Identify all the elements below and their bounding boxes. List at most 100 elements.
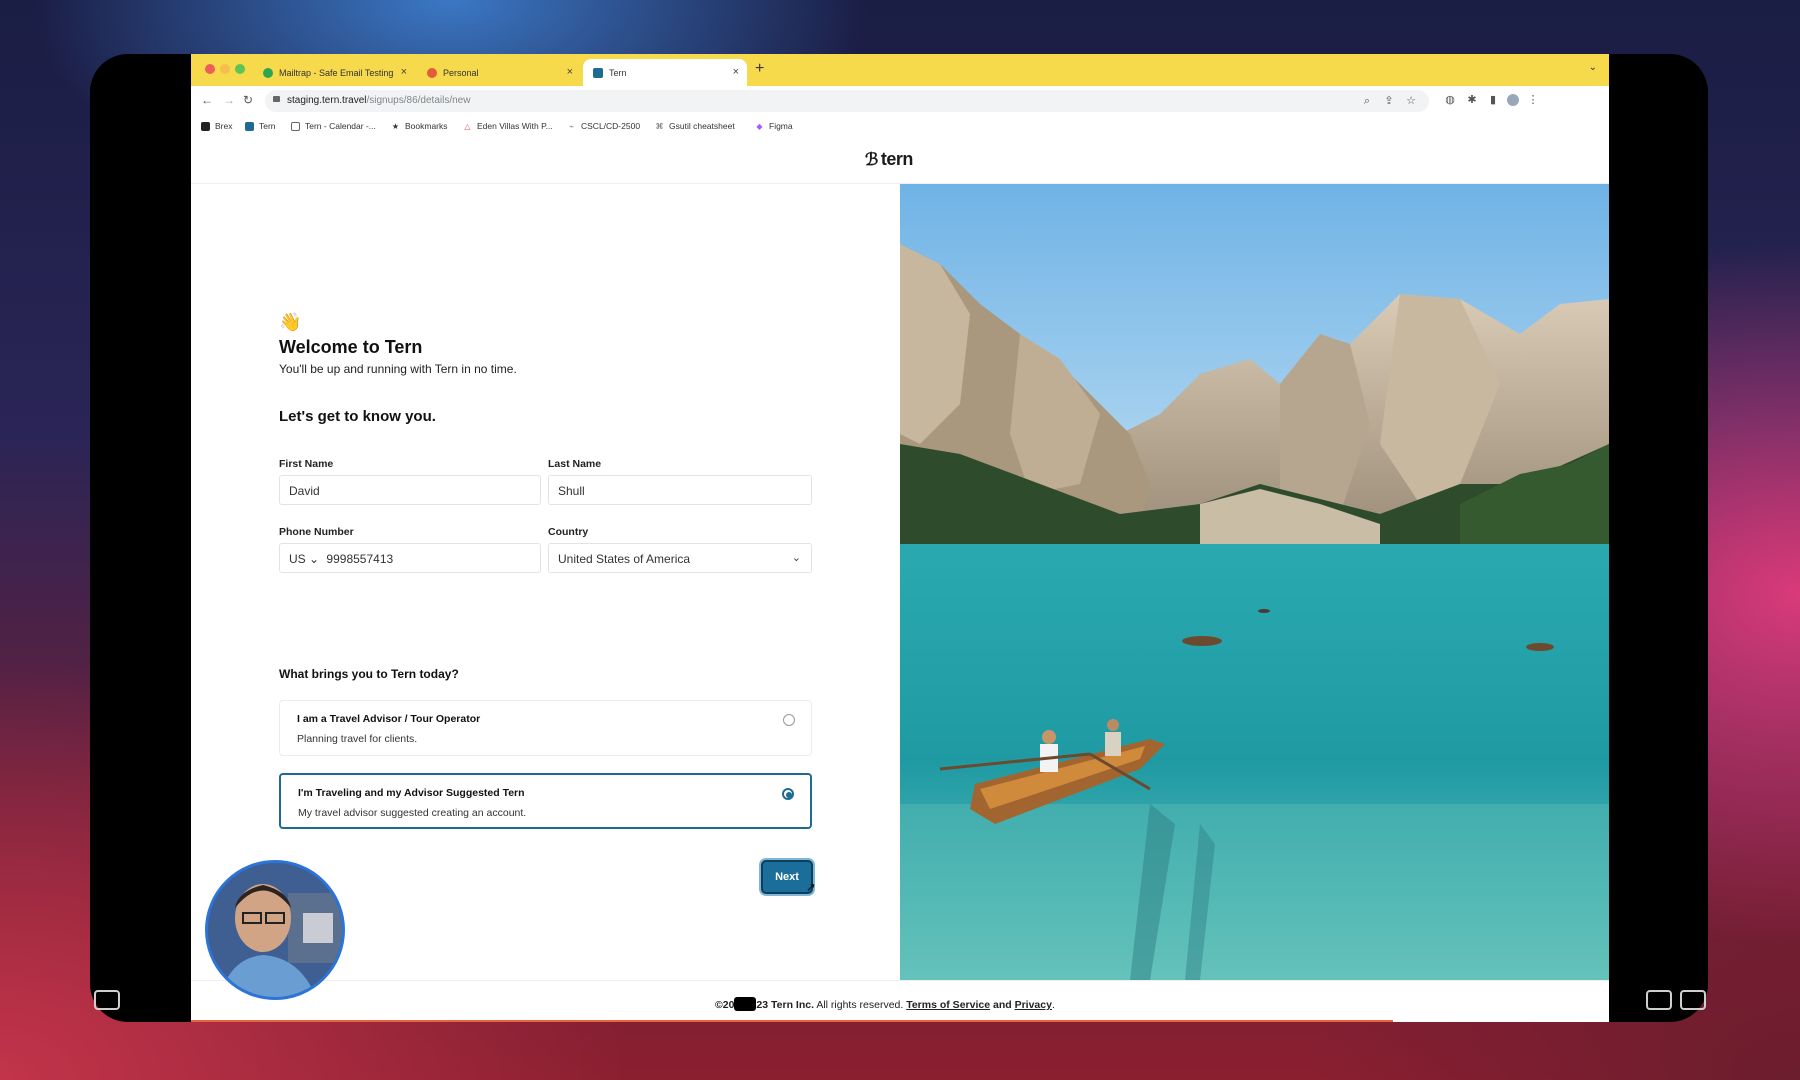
first-name-label: First Name <box>279 458 334 470</box>
option-travel-advisor[interactable]: I am a Travel Advisor / Tour Operator Pl… <box>279 700 812 756</box>
hero-lake-image <box>900 184 1609 980</box>
bookmark-label: Gsutil cheatsheet <box>669 121 735 131</box>
figma-icon: ◆ <box>756 121 763 131</box>
chevron-down-icon: ⌄ <box>791 552 801 564</box>
option-traveler-advisor-suggested[interactable]: I'm Traveling and my Advisor Suggested T… <box>279 773 812 829</box>
tern-favicon-icon <box>593 67 603 78</box>
share-icon[interactable]: ⇪ <box>1383 95 1395 107</box>
site-header: ℬ tern <box>191 138 1609 184</box>
bookmark-star-icon[interactable]: ☆ <box>1405 95 1417 107</box>
last-name-field[interactable]: Shull <box>548 475 812 505</box>
tab-bar: Mailtrap - Safe Email Testing × Personal… <box>191 54 1609 86</box>
tab-close-icon[interactable]: × <box>401 66 407 78</box>
last-name-label: Last Name <box>548 458 602 470</box>
chat-bubble-icon[interactable] <box>1646 990 1672 1010</box>
privacy-link[interactable]: Privacy <box>1015 999 1052 1011</box>
radio-button[interactable] <box>783 714 795 726</box>
page-subtitle: You'll be up and running with Tern in no… <box>279 362 517 376</box>
country-value: United States of America <box>558 552 691 566</box>
page-title: Welcome to Tern <box>279 337 423 357</box>
forward-arrow-icon[interactable]: → <box>223 93 235 107</box>
puzzle-icon[interactable]: ✱ <box>1466 94 1478 106</box>
tab-label: Tern <box>609 67 627 78</box>
bookmark-label: Brex <box>215 121 233 131</box>
url-text: staging.tern.travel/signups/86/details/n… <box>287 95 470 106</box>
presenter-webcam <box>205 860 345 1000</box>
logo-text: tern <box>880 149 914 169</box>
chat-overlay-icon <box>734 997 757 1011</box>
section-title: Let's get to know you. <box>279 408 436 425</box>
phone-country-select[interactable]: US ⌄ <box>289 552 319 566</box>
tern-logo[interactable]: ℬ tern <box>865 149 913 170</box>
bookmark-label: Eden Villas With P... <box>477 121 553 131</box>
bookmarks-bar: Brex Tern Tern - Calendar -... ★ Bookmark… <box>191 116 1609 139</box>
chat-bubble-icon[interactable] <box>1680 990 1706 1010</box>
terms-of-service-link[interactable]: Terms of Service <box>906 999 990 1011</box>
calendar-icon <box>291 121 300 131</box>
bookmark-label: Tern - Calendar -... <box>305 121 376 131</box>
back-arrow-icon[interactable]: ← <box>201 93 213 107</box>
link-icon: ⌁ <box>569 121 574 131</box>
more-menu-icon[interactable]: ⋮ <box>1527 94 1539 106</box>
mouse-cursor-icon: ➚ <box>806 880 817 894</box>
signup-form-pane: 👋 Welcome to Tern You'll be up and runni… <box>191 184 899 980</box>
video-progress-bar[interactable] <box>191 1020 1393 1022</box>
tab-close-icon[interactable]: × <box>567 66 573 78</box>
bookmark-brex[interactable]: Brex <box>201 121 232 131</box>
phone-number-label: Phone Number <box>279 526 354 538</box>
browser-window: Mailtrap - Safe Email Testing × Personal… <box>191 54 1609 1022</box>
bookmark-label: Bookmarks <box>405 121 448 131</box>
sidebar-icon[interactable]: ▮ <box>1487 94 1499 106</box>
extension-icon[interactable]: ◍ <box>1444 94 1456 106</box>
option-description: Planning travel for clients. <box>297 733 418 745</box>
copyright-prefix: ©20 <box>715 999 735 1011</box>
lake-mountain-illustration <box>900 184 1609 980</box>
star-icon: ★ <box>391 121 400 131</box>
bookmark-cscl[interactable]: ⌁ CSCL/CD-2500 <box>567 121 640 131</box>
first-name-field[interactable]: David <box>279 475 541 505</box>
phone-number-value: 9998557413 <box>326 552 394 566</box>
option-title: I am a Travel Advisor / Tour Operator <box>297 713 481 725</box>
tab-tern[interactable]: Tern × <box>583 59 747 86</box>
tab-label: Mailtrap - Safe Email Testing <box>279 67 394 78</box>
company-name: 23 Tern Inc. <box>756 999 814 1011</box>
radio-button-selected[interactable] <box>782 788 794 800</box>
bookmark-tern-calendar[interactable]: Tern - Calendar -... <box>291 121 376 131</box>
last-name-value: Shull <box>558 484 585 498</box>
tern-icon <box>245 121 254 131</box>
chat-bubble-icon[interactable] <box>94 990 120 1010</box>
option-description: My travel advisor suggested creating an … <box>298 807 527 819</box>
bookmark-eden-villas[interactable]: △ Eden Villas With P... <box>463 121 553 131</box>
chevron-down-icon: ⌄ <box>309 552 320 566</box>
country-select[interactable]: United States of America ⌄ <box>548 543 812 573</box>
bookmark-bookmarks[interactable]: ★ Bookmarks <box>391 121 448 131</box>
phone-country-code: US <box>289 552 306 566</box>
address-bar[interactable]: staging.tern.travel/signups/86/details/n… <box>265 90 1429 112</box>
minimize-window-button[interactable] <box>220 64 230 74</box>
zoom-icon[interactable]: ⌕ <box>1361 95 1373 107</box>
tab-mailtrap[interactable]: Mailtrap - Safe Email Testing × <box>253 59 415 86</box>
chevron-down-icon[interactable]: ⌄ <box>1589 62 1597 73</box>
period-text: . <box>1051 999 1055 1011</box>
country-label: Country <box>548 526 589 538</box>
phone-number-field[interactable]: US ⌄ 9998557413 <box>279 543 541 573</box>
tab-close-icon[interactable]: × <box>733 66 739 78</box>
close-window-button[interactable] <box>205 64 215 74</box>
bookmark-label: CSCL/CD-2500 <box>581 121 641 131</box>
bookmark-figma[interactable]: ◆ Figma <box>755 121 792 131</box>
tab-personal[interactable]: Personal × <box>417 59 581 86</box>
lock-icon <box>273 96 280 102</box>
maximize-window-button[interactable] <box>235 64 245 74</box>
bookmark-tern[interactable]: Tern <box>245 121 276 131</box>
tern-bird-icon: ℬ <box>865 149 878 169</box>
waving-hand-icon: 👋 <box>279 312 302 332</box>
new-tab-button[interactable]: + <box>755 60 764 78</box>
reload-icon[interactable]: ↻ <box>243 93 253 107</box>
mailtrap-icon <box>263 67 273 78</box>
address-toolbar: ← → ↻ staging.tern.travel/signups/86/det… <box>191 86 1609 116</box>
site-footer: ©20 23 Tern Inc. All rights reserved. Ter… <box>191 980 1609 1022</box>
doc-icon: ⌘ <box>655 121 664 131</box>
bookmark-gsutil[interactable]: ⌘ Gsutil cheatsheet <box>655 121 735 131</box>
profile-avatar-icon[interactable] <box>1507 94 1519 106</box>
option-title: I'm Traveling and my Advisor Suggested T… <box>298 787 525 799</box>
